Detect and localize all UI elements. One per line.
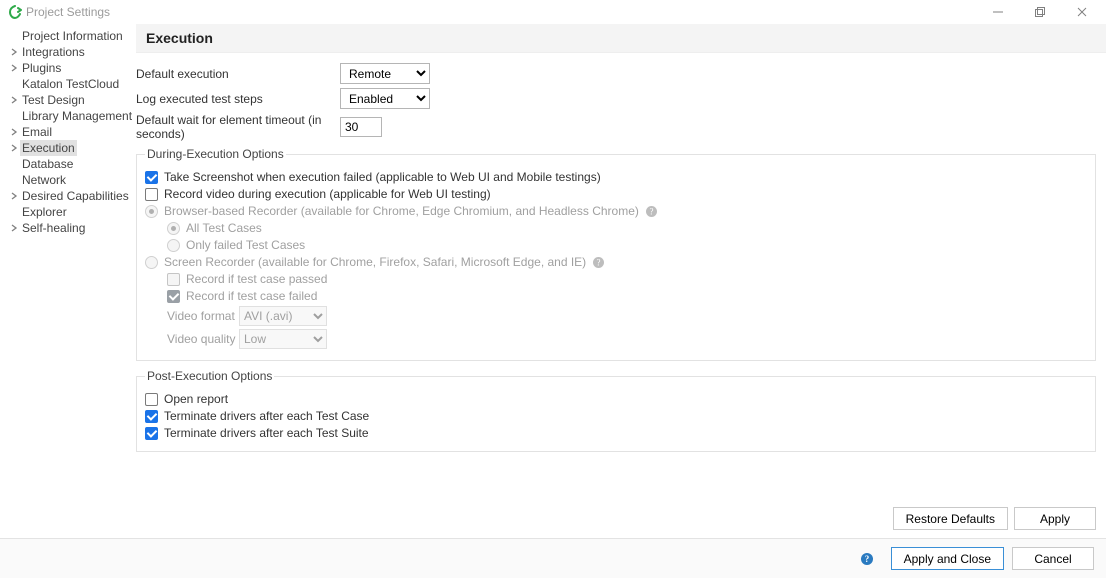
only-failed-label: Only failed Test Cases	[186, 238, 305, 252]
page-header: Execution	[136, 24, 1106, 53]
sidebar-item-explorer[interactable]: Explorer	[0, 204, 136, 220]
record-if-passed-checkbox	[167, 273, 180, 286]
sidebar-item-desired-capabilities[interactable]: Desired Capabilities	[0, 188, 136, 204]
chevron-right-icon[interactable]	[8, 144, 20, 152]
video-format-select: AVI (.avi)	[239, 306, 327, 326]
content-button-row: Restore Defaults Apply	[136, 503, 1106, 538]
only-failed-radio	[167, 239, 180, 252]
sidebar-item-label: Explorer	[20, 204, 69, 220]
post-execution-legend: Post-Execution Options	[145, 369, 274, 383]
svg-text:?: ?	[864, 554, 869, 564]
during-execution-legend: During-Execution Options	[145, 147, 286, 161]
record-video-checkbox[interactable]	[145, 188, 158, 201]
titlebar: Project Settings	[0, 0, 1106, 24]
cancel-button[interactable]: Cancel	[1012, 547, 1094, 570]
default-execution-label: Default execution	[136, 67, 340, 81]
record-if-failed-checkbox	[167, 290, 180, 303]
page-body: Default execution Remote Log executed te…	[136, 53, 1106, 503]
sidebar-tree: Project InformationIntegrationsPluginsKa…	[0, 24, 136, 538]
browser-recorder-label: Browser-based Recorder (available for Ch…	[164, 204, 639, 218]
terminate-after-case-label: Terminate drivers after each Test Case	[164, 409, 369, 423]
sidebar-item-label: Test Design	[20, 92, 87, 108]
chevron-right-icon[interactable]	[8, 48, 20, 56]
restore-defaults-button[interactable]: Restore Defaults	[893, 507, 1008, 530]
sidebar-item-label: Database	[20, 156, 75, 172]
take-screenshot-checkbox[interactable]	[145, 171, 158, 184]
video-quality-select: Low	[239, 329, 327, 349]
record-video-label: Record video during execution (applicabl…	[164, 187, 491, 201]
sidebar-item-email[interactable]: Email	[0, 124, 136, 140]
sidebar-item-label: Email	[20, 124, 54, 140]
log-executed-steps-label: Log executed test steps	[136, 92, 340, 106]
screen-recorder-label: Screen Recorder (available for Chrome, F…	[164, 255, 586, 269]
open-report-checkbox[interactable]	[145, 393, 158, 406]
chevron-right-icon[interactable]	[8, 192, 20, 200]
help-icon[interactable]: ?	[592, 256, 605, 269]
terminate-after-suite-checkbox[interactable]	[145, 427, 158, 440]
sidebar-item-integrations[interactable]: Integrations	[0, 44, 136, 60]
sidebar-item-execution[interactable]: Execution	[0, 140, 136, 156]
chevron-right-icon[interactable]	[8, 64, 20, 72]
sidebar-item-project-information[interactable]: Project Information	[0, 28, 136, 44]
sidebar-item-label: Execution	[20, 140, 77, 156]
sidebar-item-katalon-testcloud[interactable]: Katalon TestCloud	[0, 76, 136, 92]
open-report-label: Open report	[164, 392, 228, 406]
all-test-cases-radio	[167, 222, 180, 235]
svg-text:?: ?	[597, 257, 601, 267]
apply-and-close-button[interactable]: Apply and Close	[891, 547, 1004, 570]
sidebar-item-label: Plugins	[20, 60, 63, 76]
during-execution-group: During-Execution Options Take Screenshot…	[136, 147, 1096, 361]
chevron-right-icon[interactable]	[8, 224, 20, 232]
take-screenshot-label: Take Screenshot when execution failed (a…	[164, 170, 601, 184]
terminate-after-case-checkbox[interactable]	[145, 410, 158, 423]
sidebar-item-label: Project Information	[20, 28, 125, 44]
sidebar-item-test-design[interactable]: Test Design	[0, 92, 136, 108]
post-execution-group: Post-Execution Options Open report Termi…	[136, 369, 1096, 452]
terminate-after-suite-label: Terminate drivers after each Test Suite	[164, 426, 369, 440]
browser-recorder-radio	[145, 205, 158, 218]
log-executed-steps-select[interactable]: Enabled	[340, 88, 430, 109]
video-format-label: Video format	[167, 309, 239, 323]
content-pane: Execution Default execution Remote Log e…	[136, 24, 1106, 538]
window-controls	[990, 4, 1100, 20]
sidebar-item-library-management[interactable]: Library Management	[0, 108, 136, 124]
chevron-right-icon[interactable]	[8, 128, 20, 136]
page-title: Execution	[146, 30, 1096, 46]
sidebar-item-label: Library Management	[20, 108, 134, 124]
window-title: Project Settings	[26, 5, 110, 19]
default-wait-timeout-input[interactable]	[340, 117, 382, 137]
sidebar-item-label: Desired Capabilities	[20, 188, 131, 204]
default-execution-select[interactable]: Remote	[340, 63, 430, 84]
footer-bar: ? Apply and Close Cancel	[0, 538, 1106, 578]
record-if-passed-label: Record if test case passed	[186, 272, 327, 286]
sidebar-item-plugins[interactable]: Plugins	[0, 60, 136, 76]
sidebar-item-label: Katalon TestCloud	[20, 76, 121, 92]
screen-recorder-radio	[145, 256, 158, 269]
sidebar-item-network[interactable]: Network	[0, 172, 136, 188]
minimize-icon[interactable]	[990, 4, 1006, 20]
sidebar-item-label: Self-healing	[20, 220, 87, 236]
chevron-right-icon[interactable]	[8, 96, 20, 104]
sidebar-item-label: Integrations	[20, 44, 87, 60]
sidebar-item-self-healing[interactable]: Self-healing	[0, 220, 136, 236]
default-wait-timeout-label: Default wait for element timeout (in sec…	[136, 113, 340, 141]
help-icon[interactable]: ?	[645, 205, 658, 218]
sidebar-item-label: Network	[20, 172, 68, 188]
sidebar-item-database[interactable]: Database	[0, 156, 136, 172]
svg-text:?: ?	[649, 206, 653, 216]
help-icon[interactable]: ?	[859, 551, 875, 567]
all-test-cases-label: All Test Cases	[186, 221, 262, 235]
maximize-icon[interactable]	[1032, 4, 1048, 20]
app-icon	[8, 5, 22, 19]
video-quality-label: Video quality	[167, 332, 239, 346]
record-if-failed-label: Record if test case failed	[186, 289, 317, 303]
close-icon[interactable]	[1074, 4, 1090, 20]
apply-button[interactable]: Apply	[1014, 507, 1096, 530]
